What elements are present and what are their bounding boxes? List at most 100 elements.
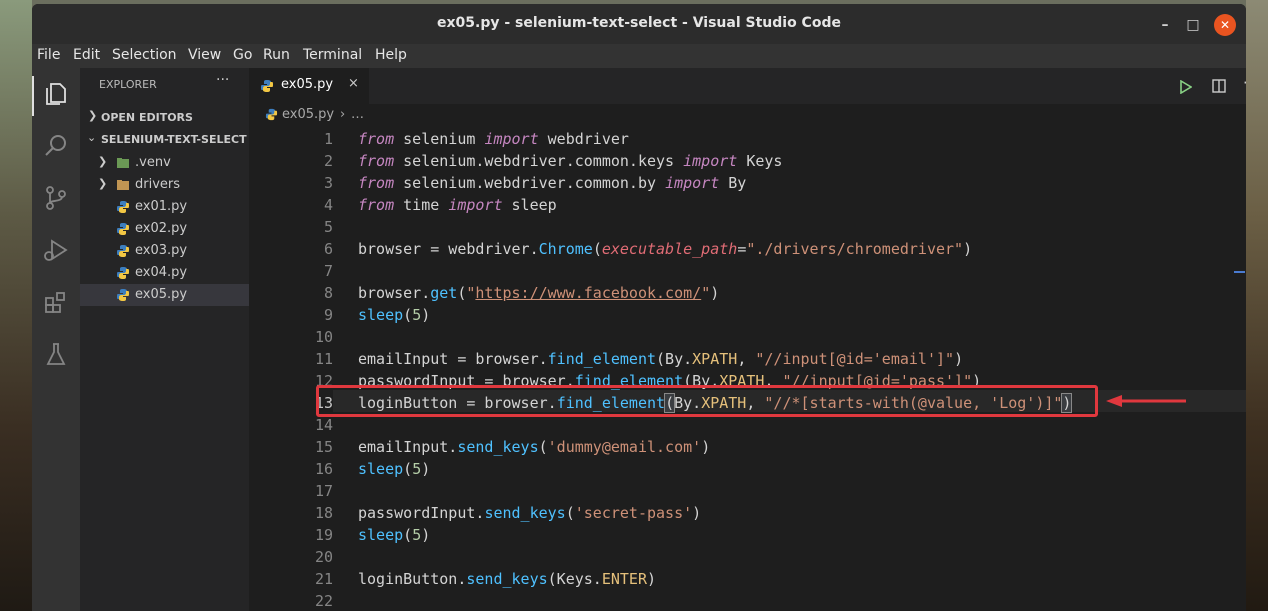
tree-item-label: drivers (135, 177, 181, 192)
line-number: 4 (323, 196, 333, 214)
line-number: 6 (323, 240, 333, 258)
tree-item-label: ex05.py (135, 287, 188, 302)
title-bar: ex05.py - selenium-text-select - Visual … (32, 4, 1246, 44)
line-number: 3 (323, 174, 333, 192)
line-number: 10 (314, 328, 333, 346)
more-actions-icon[interactable]: ··· (1243, 74, 1246, 92)
line-number: 17 (314, 482, 333, 500)
tab-close-icon[interactable]: × (348, 76, 359, 91)
testing-icon[interactable] (42, 340, 70, 368)
menu-file[interactable]: File (37, 47, 60, 63)
folder-section[interactable]: ⌄ SELENIUM-TEXT-SELECT (80, 128, 249, 150)
split-editor-icon[interactable] (1212, 79, 1226, 93)
run-debug-icon[interactable] (42, 236, 70, 264)
desktop-wallpaper-left (0, 0, 32, 611)
annotation-arrow-icon (1106, 395, 1186, 407)
window-title: ex05.py - selenium-text-select - Visual … (437, 15, 841, 31)
tab-label: ex05.py (281, 77, 334, 92)
maximize-button[interactable]: □ (1182, 14, 1204, 36)
tree-item-label: ex03.py (135, 243, 188, 258)
line-number: 20 (314, 548, 333, 566)
editor-tabs: ex05.py × ··· (249, 68, 1246, 104)
menu-bar: File Edit Selection View Go Run Terminal… (32, 44, 1246, 68)
breadcrumb-more[interactable]: … (351, 107, 364, 122)
folder-icon (117, 180, 129, 190)
line-number: 2 (323, 152, 333, 170)
chevron-down-icon: ⌄ (87, 131, 97, 144)
explorer-sidebar: EXPLORER ··· ❯ OPEN EDITORS ⌄ SELENIUM-T… (80, 68, 249, 611)
code-line: from time import sleep (358, 196, 557, 214)
tree-item-label: ex01.py (135, 199, 188, 214)
open-editors-section[interactable]: ❯ OPEN EDITORS (80, 106, 249, 128)
menu-go[interactable]: Go (233, 47, 252, 63)
annotation-highlight-box (316, 385, 1098, 417)
chevron-right-icon: ❯ (98, 177, 108, 190)
code-line: sleep(5) (358, 526, 431, 544)
tree-item-venv[interactable]: ❯ .venv (80, 152, 249, 174)
menu-selection[interactable]: Selection (112, 47, 177, 63)
menu-view[interactable]: View (188, 47, 221, 63)
menu-run[interactable]: Run (263, 47, 290, 63)
breadcrumb-file[interactable]: ex05.py (282, 107, 334, 122)
python-file-icon (265, 108, 278, 121)
line-number: 15 (314, 438, 333, 456)
menu-help[interactable]: Help (375, 47, 407, 63)
scrollbar-marker (1234, 271, 1245, 273)
tree-item-ex03[interactable]: ex03.py (80, 240, 249, 262)
tree-item-ex04[interactable]: ex04.py (80, 262, 249, 284)
search-icon[interactable] (42, 132, 70, 160)
menu-terminal[interactable]: Terminal (303, 47, 362, 63)
code-line: emailInput = browser.find_element(By.XPA… (358, 350, 964, 368)
tab-ex05[interactable]: ex05.py × (249, 68, 369, 104)
menu-edit[interactable]: Edit (73, 47, 100, 63)
code-line: from selenium.webdriver.common.keys impo… (358, 152, 783, 170)
chevron-right-icon: ❯ (88, 109, 98, 122)
open-editors-label: OPEN EDITORS (101, 111, 193, 124)
python-file-icon (117, 245, 129, 257)
python-file-icon (261, 80, 273, 92)
tree-item-ex05[interactable]: ex05.py (80, 284, 249, 306)
line-number: 7 (323, 262, 333, 280)
active-indicator (32, 76, 34, 116)
code-line: loginButton.send_keys(Keys.ENTER) (358, 570, 657, 588)
line-number: 22 (314, 592, 333, 610)
code-line: emailInput.send_keys('dummy@email.com') (358, 438, 711, 456)
code-line: sleep(5) (358, 460, 431, 478)
line-number: 19 (314, 526, 333, 544)
line-number: 5 (323, 218, 333, 236)
line-number: 9 (323, 306, 333, 324)
tree-item-ex02[interactable]: ex02.py (80, 218, 249, 240)
tree-item-drivers[interactable]: ❯ drivers (80, 174, 249, 196)
more-actions-icon[interactable]: ··· (216, 72, 229, 88)
line-number: 14 (314, 416, 333, 434)
minimize-button[interactable]: – (1154, 14, 1176, 36)
python-file-icon (117, 289, 129, 301)
code-line: sleep(5) (358, 306, 431, 324)
line-number: 8 (323, 284, 333, 302)
extensions-icon[interactable] (42, 288, 70, 316)
line-number: 21 (314, 570, 333, 588)
code-line: from selenium import webdriver (358, 130, 629, 148)
python-file-icon (117, 267, 129, 279)
breadcrumb-separator: › (340, 107, 346, 122)
venv-folder-icon (117, 158, 129, 168)
code-line: browser.get("https://www.facebook.com/") (358, 284, 720, 302)
tree-item-label: ex02.py (135, 221, 188, 236)
code-line: browser = webdriver.Chrome(executable_pa… (358, 240, 973, 258)
tree-item-label: ex04.py (135, 265, 188, 280)
line-number: 1 (323, 130, 333, 148)
code-editor[interactable]: 1 2 3 4 5 6 7 8 9 10 11 12 13 14 15 16 1… (249, 126, 1246, 611)
tree-item-label: .venv (135, 155, 171, 170)
chevron-right-icon: ❯ (98, 155, 108, 168)
folder-label: SELENIUM-TEXT-SELECT (101, 133, 247, 146)
files-icon[interactable] (42, 80, 70, 108)
source-control-icon[interactable] (42, 184, 70, 212)
activity-bar (32, 68, 80, 611)
line-number: 11 (314, 350, 333, 368)
desktop-wallpaper-right (1246, 0, 1268, 611)
run-file-icon[interactable] (1180, 80, 1192, 94)
python-file-icon (117, 201, 129, 213)
close-button[interactable]: ✕ (1214, 14, 1236, 36)
python-file-icon (117, 223, 129, 235)
tree-item-ex01[interactable]: ex01.py (80, 196, 249, 218)
